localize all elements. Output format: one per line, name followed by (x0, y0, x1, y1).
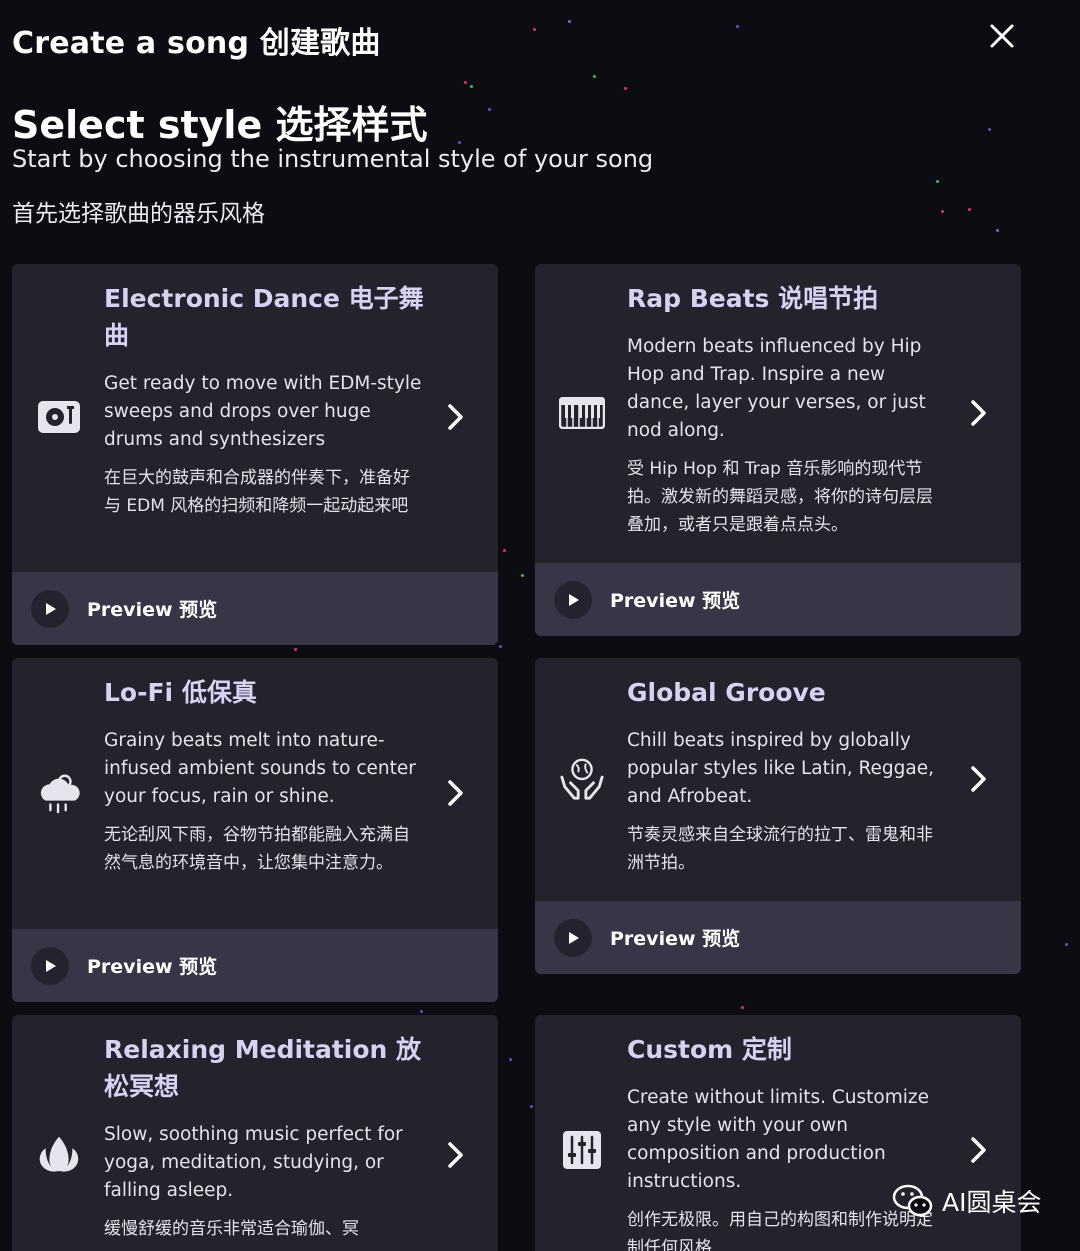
chevron-right-icon[interactable] (965, 764, 991, 794)
preview-label: Preview 预览 (610, 928, 741, 950)
style-card-rap-beats[interactable]: Rap Beats 说唱节拍 Modern beats influenced b… (535, 264, 1021, 636)
close-button[interactable] (982, 16, 1022, 56)
preview-button[interactable]: Preview 预览 (12, 929, 498, 1002)
play-icon (31, 589, 69, 628)
preview-label: Preview 预览 (87, 599, 218, 621)
card-title: Custom 定制 (627, 1035, 792, 1064)
card-description-chinese: 节奏灵感来自全球流行的拉丁、雷鬼和非洲节拍。 (627, 825, 933, 873)
card-description: Slow, soothing music perfect for yoga, m… (104, 1124, 403, 1201)
card-description: Grainy beats melt into nature-infused am… (104, 730, 416, 807)
turntable-icon (36, 394, 82, 440)
card-description-chinese: 在巨大的鼓声和合成器的伴奏下，准备好与 EDM 风格的扫频和降频一起动起来吧 (104, 468, 410, 516)
card-title: Electronic Dance 电子舞曲 (104, 284, 424, 350)
play-icon (554, 580, 592, 619)
globe-hands-icon (559, 756, 605, 802)
close-icon (990, 24, 1014, 48)
card-description: Chill beats inspired by globally popular… (627, 730, 934, 807)
chevron-right-icon[interactable] (965, 398, 991, 428)
card-description: Get ready to move with EDM-style sweeps … (104, 373, 422, 450)
sliders-icon (559, 1127, 605, 1173)
card-title: Relaxing Meditation 放松冥想 (104, 1035, 422, 1101)
preview-button[interactable]: Preview 预览 (12, 572, 498, 645)
watermark: AI圆桌会 (892, 1183, 1041, 1219)
style-card-relaxing-meditation[interactable]: Relaxing Meditation 放松冥想 Slow, soothing … (12, 1015, 498, 1251)
card-description-chinese: 受 Hip Hop 和 Trap 音乐影响的现代节拍。激发新的舞蹈灵感，将你的诗… (627, 459, 933, 535)
cloud-rain-icon (36, 770, 82, 816)
preview-label: Preview 预览 (610, 590, 741, 612)
card-title: Lo-Fi 低保真 (104, 678, 257, 707)
page-title: Select style 选择样式 (12, 103, 428, 147)
subtitle-chinese: 首先选择歌曲的器乐风格 (12, 201, 265, 227)
subtitle-english: Start by choosing the instrumental style… (12, 145, 654, 173)
chevron-right-icon[interactable] (442, 402, 468, 432)
dialog-title: Create a song 创建歌曲 (12, 26, 381, 61)
preview-button[interactable]: Preview 预览 (535, 563, 1021, 636)
card-description-chinese: 无论刮风下雨，谷物节拍都能融入充满自然气息的环境音中，让您集中注意力。 (104, 825, 410, 873)
style-card-lo-fi[interactable]: Lo-Fi 低保真 Grainy beats melt into nature-… (12, 658, 498, 1002)
chevron-right-icon[interactable] (965, 1135, 991, 1165)
card-title: Global Groove (627, 678, 826, 707)
style-card-global-groove[interactable]: Global Groove Chill beats inspired by gl… (535, 658, 1021, 974)
chevron-right-icon[interactable] (442, 1140, 468, 1170)
wechat-icon (892, 1184, 933, 1217)
preview-label: Preview 预览 (87, 956, 218, 978)
lotus-icon (36, 1131, 82, 1177)
card-description: Create without limits. Customize any sty… (627, 1087, 929, 1192)
preview-button[interactable]: Preview 预览 (535, 901, 1021, 974)
watermark-text: AI圆桌会 (942, 1188, 1042, 1217)
keyboard-icon (559, 390, 605, 436)
card-title: Rap Beats 说唱节拍 (627, 284, 879, 313)
card-description: Modern beats influenced by Hip Hop and T… (627, 336, 926, 441)
chevron-right-icon[interactable] (442, 778, 468, 808)
play-icon (31, 946, 69, 985)
play-icon (554, 918, 592, 957)
card-description-chinese: 缓慢舒缓的音乐非常适合瑜伽、冥 (104, 1219, 359, 1239)
style-card-electronic-dance[interactable]: Electronic Dance 电子舞曲 Get ready to move … (12, 264, 498, 645)
